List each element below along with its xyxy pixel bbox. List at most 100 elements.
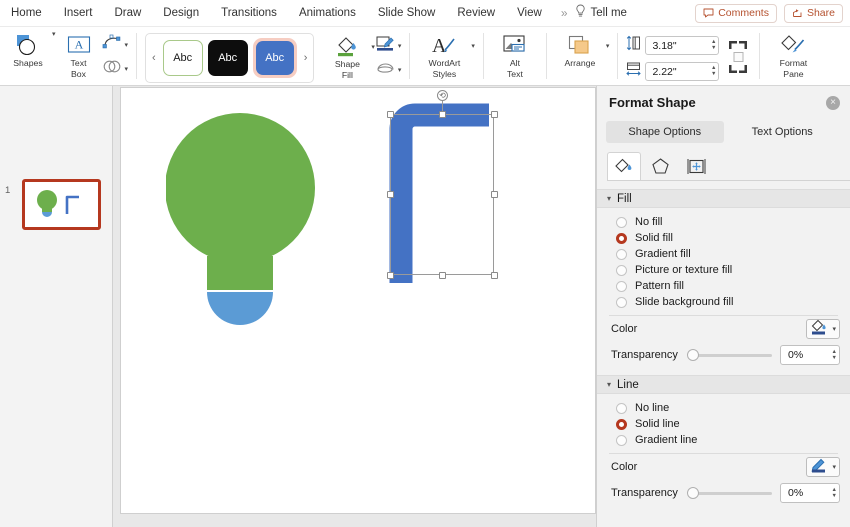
wordart-styles-button[interactable]: A WordArt Styles bbox=[418, 30, 470, 79]
fill-option-no-fill[interactable]: No fill bbox=[597, 214, 850, 230]
line-transparency-stepper-up-icon[interactable]: ▲ bbox=[832, 487, 837, 493]
line-transparency-field[interactable]: ▲ ▼ bbox=[780, 483, 840, 503]
line-transparency-stepper[interactable]: ▲ ▼ bbox=[832, 487, 837, 499]
selection-handle-bottom-right[interactable] bbox=[491, 272, 498, 279]
fill-section-header[interactable]: ▾ Fill bbox=[597, 189, 850, 208]
line-transparency-stepper-down-icon[interactable]: ▼ bbox=[832, 493, 837, 499]
menu-item-review[interactable]: Review bbox=[446, 0, 506, 27]
share-button[interactable]: Share bbox=[783, 3, 843, 23]
size-properties-icon[interactable] bbox=[679, 152, 713, 180]
fill-radio-slide-background-fill[interactable] bbox=[616, 296, 627, 308]
menu-item-design[interactable]: Design bbox=[152, 0, 210, 27]
shape-width-input[interactable] bbox=[652, 65, 705, 78]
format-pane-button[interactable]: Format Pane bbox=[768, 30, 818, 79]
fill-transparency-stepper[interactable]: ▲ ▼ bbox=[832, 349, 837, 361]
menu-item-home[interactable]: Home bbox=[0, 0, 53, 27]
shape-style-thumb-black[interactable]: Abc bbox=[207, 40, 248, 76]
arrange-button[interactable]: Arrange bbox=[555, 30, 605, 69]
selection-handle-top-right[interactable] bbox=[491, 111, 498, 118]
fill-option-slide-background-fill[interactable]: Slide background fill bbox=[597, 294, 850, 310]
alt-text-button[interactable]: Alt Text bbox=[492, 30, 538, 79]
shape-style-thumb-blue[interactable]: Abc bbox=[255, 41, 294, 75]
crop-button[interactable] bbox=[725, 38, 751, 81]
fill-transparency-input[interactable] bbox=[788, 349, 826, 361]
selection-handle-top-left[interactable] bbox=[387, 111, 394, 118]
selection-handle-top-center[interactable] bbox=[439, 111, 446, 118]
rotation-handle[interactable]: ⟲ bbox=[437, 90, 448, 101]
fill-color-button[interactable]: ▾ bbox=[806, 319, 840, 339]
shape-fill-button[interactable]: Shape Fill bbox=[324, 31, 370, 80]
fill-option-picture-fill[interactable]: Picture or texture fill bbox=[597, 262, 850, 278]
fill-transparency-slider[interactable] bbox=[686, 348, 772, 361]
fill-transparency-field[interactable]: ▲ ▼ bbox=[780, 345, 840, 365]
menu-overflow-icon[interactable]: » bbox=[553, 6, 572, 20]
line-transparency-slider[interactable] bbox=[686, 486, 772, 499]
height-stepper-down-icon[interactable]: ▼ bbox=[711, 45, 716, 51]
shape-height-field[interactable]: ▲ ▼ bbox=[645, 36, 720, 55]
shape-effects-icon[interactable] bbox=[375, 60, 395, 80]
selection-handle-middle-left[interactable] bbox=[387, 191, 394, 198]
wordart-chevron-down-icon[interactable]: ▾ bbox=[471, 42, 475, 50]
shapes-button[interactable]: Shapes bbox=[5, 30, 51, 69]
fill-option-pattern-fill[interactable]: Pattern fill bbox=[597, 278, 850, 294]
fill-transparency-stepper-up-icon[interactable]: ▲ bbox=[832, 349, 837, 355]
height-stepper[interactable]: ▲ ▼ bbox=[711, 39, 716, 51]
shape-width-field[interactable]: ▲ ▼ bbox=[645, 62, 720, 81]
selection-handle-middle-right[interactable] bbox=[491, 191, 498, 198]
text-box-button[interactable]: A Text Box bbox=[56, 30, 102, 79]
merge-shapes-chevron-down-icon[interactable]: ▾ bbox=[125, 65, 129, 73]
tab-text-options[interactable]: Text Options bbox=[724, 121, 842, 143]
line-radio-gradient-line[interactable] bbox=[616, 434, 627, 446]
edit-points-chevron-down-icon[interactable]: ▾ bbox=[125, 41, 129, 49]
line-radio-solid-line[interactable] bbox=[616, 418, 627, 430]
menu-item-view[interactable]: View bbox=[506, 0, 553, 27]
edit-points-icon[interactable] bbox=[102, 34, 122, 56]
line-option-no-line[interactable]: No line bbox=[597, 400, 850, 416]
fill-radio-picture-fill[interactable] bbox=[616, 264, 627, 276]
tell-me-button[interactable]: Tell me bbox=[572, 4, 627, 23]
line-option-gradient-line[interactable]: Gradient line bbox=[597, 432, 850, 448]
fill-radio-gradient-fill[interactable] bbox=[616, 248, 627, 260]
effects-pentagon-icon[interactable] bbox=[643, 152, 677, 180]
fill-radio-no-fill[interactable] bbox=[616, 216, 627, 228]
close-icon[interactable]: × bbox=[826, 96, 840, 110]
fill-transparency-stepper-down-icon[interactable]: ▼ bbox=[832, 355, 837, 361]
fill-color-chevron-down-icon[interactable]: ▾ bbox=[832, 325, 836, 333]
fill-and-line-icon[interactable] bbox=[607, 152, 641, 180]
line-color-button[interactable]: ▾ bbox=[806, 457, 840, 477]
fill-option-solid-fill[interactable]: Solid fill bbox=[597, 230, 850, 246]
menu-item-draw[interactable]: Draw bbox=[103, 0, 152, 27]
selection-handle-bottom-left[interactable] bbox=[387, 272, 394, 279]
slide-thumbnail-1[interactable] bbox=[22, 179, 101, 230]
tab-shape-options[interactable]: Shape Options bbox=[606, 121, 724, 143]
line-transparency-slider-knob[interactable] bbox=[686, 486, 699, 499]
line-color-chevron-down-icon[interactable]: ▾ bbox=[832, 463, 836, 471]
gallery-next-arrow-icon[interactable]: › bbox=[302, 52, 310, 64]
lightbulb-shape[interactable] bbox=[166, 108, 346, 338]
width-stepper[interactable]: ▲ ▼ bbox=[711, 65, 716, 77]
menu-item-slide-show[interactable]: Slide Show bbox=[367, 0, 447, 27]
slide-canvas[interactable]: ⟲ bbox=[120, 87, 596, 514]
shape-height-input[interactable] bbox=[652, 39, 705, 52]
line-section-header[interactable]: ▾ Line bbox=[597, 375, 850, 394]
merge-shapes-icon[interactable] bbox=[102, 59, 122, 79]
fill-transparency-slider-knob[interactable] bbox=[686, 348, 699, 361]
shape-outline-chevron-down-icon[interactable]: ▾ bbox=[398, 42, 402, 50]
shape-effects-chevron-down-icon[interactable]: ▾ bbox=[398, 66, 402, 74]
line-transparency-input[interactable] bbox=[788, 487, 826, 499]
arrange-chevron-down-icon[interactable]: ▾ bbox=[606, 42, 610, 50]
width-stepper-down-icon[interactable]: ▼ bbox=[711, 71, 716, 77]
menu-item-insert[interactable]: Insert bbox=[53, 0, 104, 27]
fill-radio-pattern-fill[interactable] bbox=[616, 280, 627, 292]
menu-item-animations[interactable]: Animations bbox=[288, 0, 367, 27]
gallery-prev-arrow-icon[interactable]: ‹ bbox=[150, 52, 158, 64]
shape-outline-icon[interactable] bbox=[375, 35, 395, 57]
fill-radio-solid-fill[interactable] bbox=[616, 232, 627, 244]
line-radio-no-line[interactable] bbox=[616, 402, 627, 414]
shape-style-thumb-outline[interactable]: Abc bbox=[162, 40, 203, 76]
comments-button[interactable]: Comments bbox=[695, 3, 777, 23]
selection-handle-bottom-center[interactable] bbox=[439, 272, 446, 279]
line-option-solid-line[interactable]: Solid line bbox=[597, 416, 850, 432]
menu-item-transitions[interactable]: Transitions bbox=[210, 0, 288, 27]
fill-option-gradient-fill[interactable]: Gradient fill bbox=[597, 246, 850, 262]
